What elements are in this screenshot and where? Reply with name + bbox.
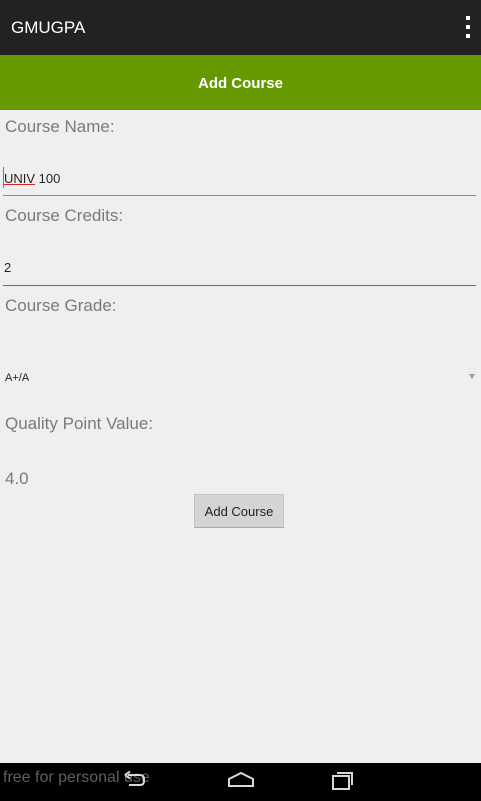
course-name-value-suffix: 100 (35, 171, 61, 186)
action-bar: GMUGPA (0, 0, 481, 55)
add-course-button[interactable]: Add Course (194, 494, 284, 528)
course-credits-underline (3, 285, 476, 286)
course-name-value-prefix: UNIV (4, 171, 36, 186)
overflow-menu-icon[interactable] (465, 16, 471, 38)
text-cursor (3, 167, 4, 188)
course-name-label: Course Name: (5, 117, 115, 136)
quality-point-value: 4.0 (5, 469, 29, 488)
course-grade-label: Course Grade: (5, 296, 117, 315)
page-title: Add Course (197, 75, 283, 92)
course-name-underline (3, 195, 476, 196)
back-icon[interactable] (122, 770, 148, 790)
course-credits-label: Course Credits: (5, 206, 124, 225)
course-credits-input[interactable]: 2 (3, 256, 476, 280)
course-grade-dropdown[interactable]: A+/A (5, 368, 476, 388)
quality-point-label: Quality Point Value: (5, 414, 154, 433)
dropdown-arrow-icon[interactable] (469, 374, 475, 379)
course-grade-selected: A+/A (5, 372, 30, 384)
course-credits-value: 2 (4, 260, 12, 275)
recent-apps-icon[interactable] (330, 770, 356, 792)
app-title: GMUGPA (11, 18, 86, 37)
course-name-input[interactable]: UNIV 100 (3, 167, 476, 191)
home-icon[interactable] (227, 770, 255, 790)
page-header: Add Course (0, 55, 481, 110)
